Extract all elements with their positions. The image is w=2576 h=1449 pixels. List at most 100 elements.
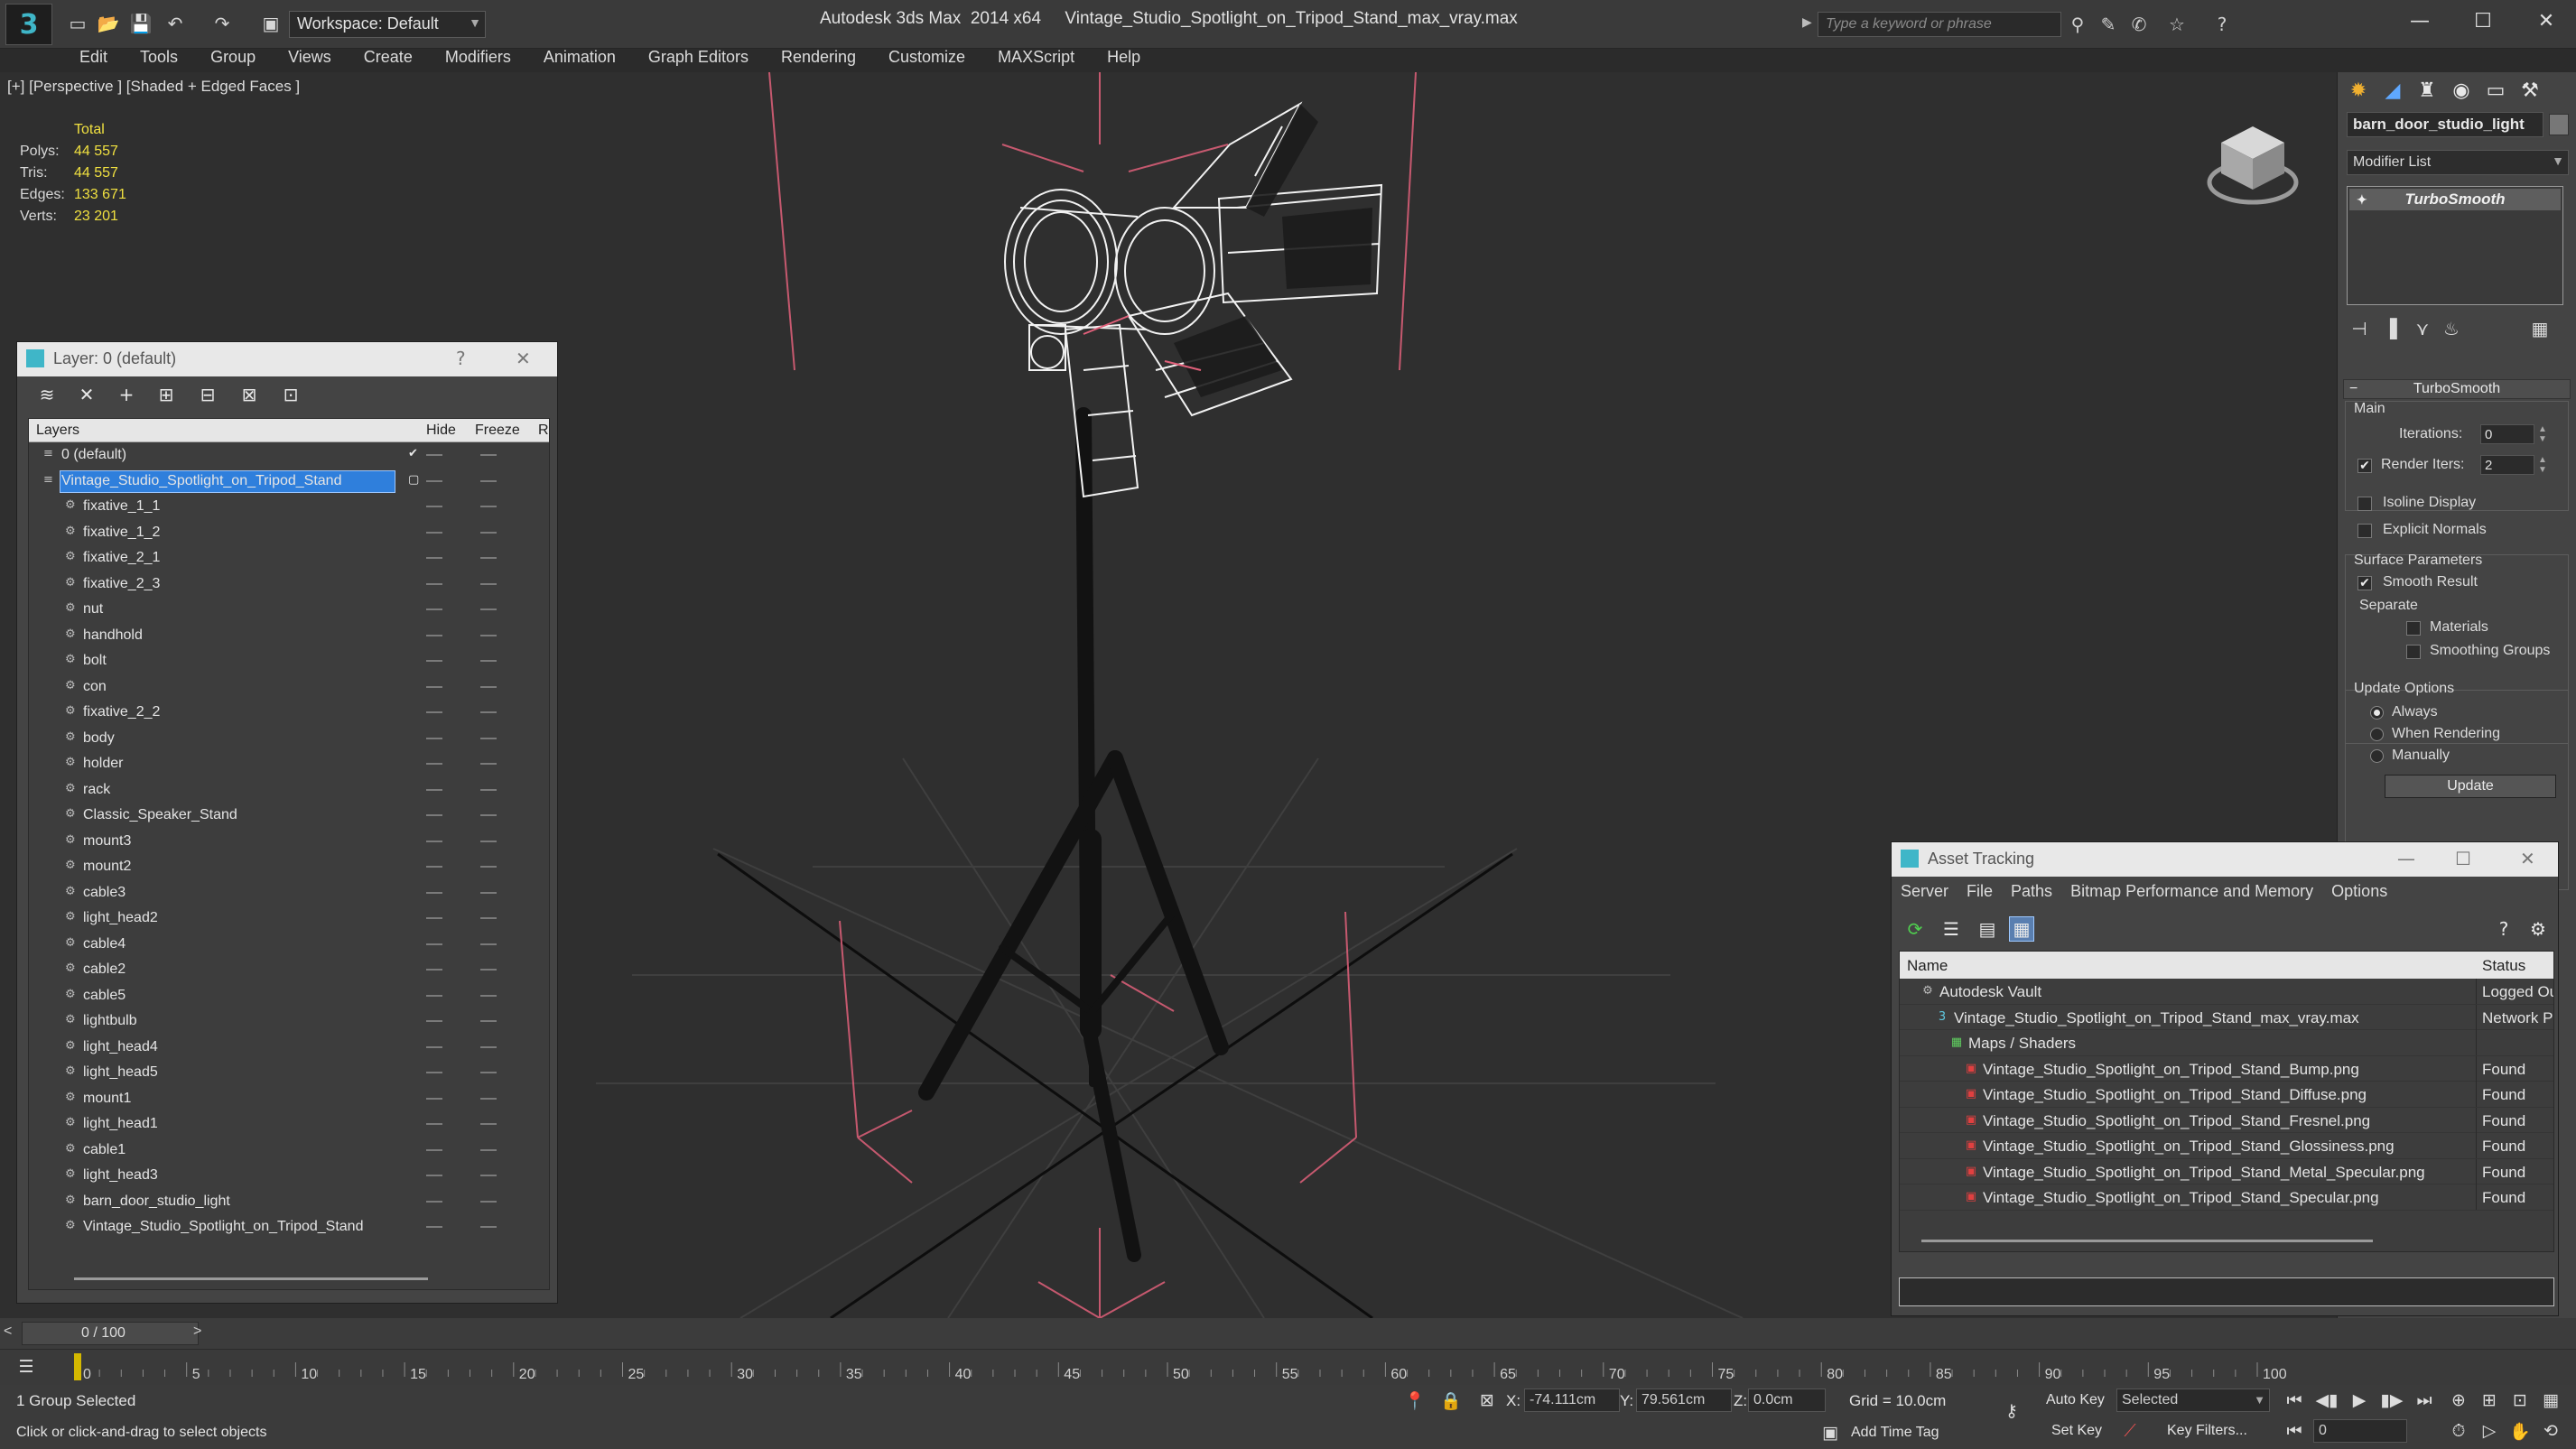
maximize-dialog-button[interactable]: ☐ — [2455, 848, 2471, 869]
create-layer-icon[interactable]: + — [115, 384, 138, 405]
maximize-button[interactable]: ☐ — [2456, 5, 2510, 36]
asset-row[interactable]: ▣ Vintage_Studio_Spotlight_on_Tripod_Stan… — [1900, 1158, 2553, 1184]
layer-object-row[interactable]: ⚙ light_head5 — [29, 1060, 549, 1086]
hide-toggle[interactable] — [426, 840, 442, 842]
object-name-field[interactable]: barn_door_studio_light — [2347, 112, 2543, 137]
menu-animation[interactable]: Animation — [527, 45, 632, 69]
freeze-toggle[interactable] — [480, 608, 497, 610]
x-coordinate-field[interactable]: -74.111cm — [1524, 1389, 1620, 1412]
layer-object-row[interactable]: ⚙ lightbulb — [29, 1008, 549, 1035]
asset-menu-bitmap-performance-and-memory[interactable]: Bitmap Performance and Memory — [2061, 878, 2322, 904]
viewcube-icon[interactable] — [2203, 117, 2302, 217]
asset-row[interactable]: ▣ Vintage_Studio_Spotlight_on_Tripod_Stan… — [1900, 1107, 2553, 1133]
key-icon[interactable]: ⚷ — [1994, 1399, 2030, 1423]
layer-object-row[interactable]: ⚙ cable1 — [29, 1138, 549, 1164]
layer-object-row[interactable]: ⚙ handhold — [29, 623, 549, 649]
settings-icon[interactable]: ⚙ — [2525, 916, 2551, 942]
layer-object-row[interactable]: ⚙ fixative_2_3 — [29, 571, 549, 598]
freeze-toggle[interactable] — [480, 763, 497, 765]
always-radio[interactable] — [2370, 706, 2384, 720]
iterations-spinner-arrows[interactable]: ▲ ▼ — [2538, 424, 2547, 444]
freeze-toggle[interactable] — [480, 1200, 497, 1203]
freeze-toggle[interactable] — [480, 582, 497, 585]
current-frame-marker[interactable] — [74, 1353, 81, 1380]
hide-toggle[interactable] — [426, 1072, 442, 1073]
list-view-icon[interactable]: ☰ — [1939, 916, 1964, 942]
freeze-toggle[interactable] — [480, 891, 497, 894]
absolute-mode-icon[interactable]: ⊠ — [1475, 1389, 1499, 1412]
when-rendering-radio[interactable] — [2370, 728, 2384, 741]
subscription-icon[interactable]: ✎ — [2097, 13, 2120, 36]
menu-views[interactable]: Views — [272, 45, 348, 69]
select-objects-icon[interactable]: ⊟ — [196, 384, 219, 405]
add-selected-icon[interactable]: ⊞ — [154, 384, 178, 405]
key-mode-icon[interactable]: ⏮ — [2283, 1419, 2306, 1443]
stack-item-turbosmooth[interactable]: ✦ TurboSmooth — [2349, 189, 2561, 210]
minimize-dialog-button[interactable]: — — [2397, 848, 2415, 869]
hide-toggle[interactable] — [426, 1020, 442, 1022]
layer-object-row[interactable]: ⚙ body — [29, 726, 549, 752]
open-file-icon[interactable]: 📂 — [96, 11, 121, 36]
key-set-dropdown[interactable]: Selected ▼ — [2116, 1389, 2270, 1412]
menu-group[interactable]: Group — [194, 45, 272, 69]
hide-toggle[interactable] — [426, 557, 442, 559]
make-current-toggle[interactable]: ▢ — [408, 473, 421, 487]
favorites-star-icon[interactable]: ☆ — [2165, 13, 2189, 36]
freeze-toggle[interactable] — [480, 840, 497, 842]
layer-dialog-titlebar[interactable]: Layer: 0 (default) ? ✕ — [17, 342, 557, 376]
zoom-icon[interactable]: ⊕ — [2447, 1389, 2470, 1412]
layer-stack-icon[interactable]: ≋ — [35, 384, 59, 405]
close-asset-dialog-button[interactable]: ✕ — [2520, 848, 2535, 869]
go-to-start-icon[interactable]: ⏮ — [2283, 1389, 2306, 1412]
menu-edit[interactable]: Edit — [63, 45, 124, 69]
asset-menu-server[interactable]: Server — [1892, 878, 1958, 904]
delete-layer-icon[interactable]: ✕ — [75, 384, 98, 405]
show-end-result-icon[interactable]: ▐ — [2377, 316, 2403, 341]
time-tag-icon[interactable]: ▣ — [1818, 1421, 1842, 1444]
previous-frame-icon[interactable]: ◀▮ — [2315, 1389, 2339, 1412]
layer-object-row[interactable]: ⚙ Vintage_Studio_Spotlight_on_Tripod_Stan… — [29, 1214, 549, 1240]
pan-icon[interactable]: ✋ — [2508, 1419, 2532, 1443]
hide-toggle[interactable] — [426, 814, 442, 816]
help-button[interactable]: ? — [456, 348, 466, 369]
freeze-toggle[interactable] — [480, 1123, 497, 1125]
asset-row[interactable]: ⚙ Autodesk Vault Logged Ou — [1900, 979, 2553, 1005]
layer-object-row[interactable]: ⚙ rack — [29, 777, 549, 803]
layer-object-row[interactable]: ⚙ light_head4 — [29, 1035, 549, 1061]
horizontal-scrollbar[interactable] — [74, 1277, 428, 1280]
isoline-display-checkbox[interactable] — [2357, 497, 2372, 511]
hide-toggle[interactable] — [426, 479, 442, 482]
time-prev-arrow[interactable]: < — [4, 1324, 12, 1340]
asset-row[interactable]: ▣ Vintage_Studio_Spotlight_on_Tripod_Stan… — [1900, 1055, 2553, 1082]
freeze-toggle[interactable] — [480, 479, 497, 482]
layer-object-row[interactable]: ⚙ fixative_1_1 — [29, 494, 549, 520]
freeze-toggle[interactable] — [480, 506, 497, 507]
explicit-normals-checkbox[interactable] — [2357, 524, 2372, 538]
close-window-button[interactable]: ✕ — [2519, 5, 2573, 36]
close-dialog-button[interactable]: ✕ — [516, 348, 531, 369]
update-button[interactable]: Update — [2385, 775, 2556, 798]
project-folder-icon[interactable]: ▣ — [258, 11, 284, 36]
freeze-toggle[interactable] — [480, 814, 497, 816]
undo-icon[interactable]: ↶ — [163, 11, 188, 36]
make-unique-icon[interactable]: ⋎ — [2410, 316, 2435, 341]
grid-view-icon[interactable]: ▦ — [2009, 916, 2034, 942]
hide-toggle[interactable] — [426, 866, 442, 868]
turbosmooth-rollout-header[interactable]: − TurboSmooth — [2343, 379, 2571, 399]
z-coordinate-field[interactable]: 0.0cm — [1748, 1389, 1826, 1412]
app-menu-button[interactable]: 3 — [5, 4, 52, 45]
save-icon[interactable]: 💾 — [128, 11, 153, 36]
freeze-toggle[interactable] — [480, 1020, 497, 1022]
freeze-toggle[interactable] — [480, 685, 497, 688]
freeze-toggle[interactable] — [480, 737, 497, 739]
freeze-toggle[interactable] — [480, 1148, 497, 1151]
asset-row[interactable]: ▦ Maps / Shaders — [1900, 1030, 2553, 1056]
freeze-toggle[interactable] — [480, 1072, 497, 1073]
communication-icon[interactable]: ✆ — [2127, 13, 2151, 36]
menu-create[interactable]: Create — [348, 45, 429, 69]
search-input[interactable]: Type a keyword or phrase — [1818, 12, 2061, 37]
freeze-toggle[interactable] — [480, 1175, 497, 1176]
layer-object-row[interactable]: ⚙ light_head2 — [29, 906, 549, 932]
menu-help[interactable]: Help — [1091, 45, 1157, 69]
hide-toggle[interactable] — [426, 1175, 442, 1176]
